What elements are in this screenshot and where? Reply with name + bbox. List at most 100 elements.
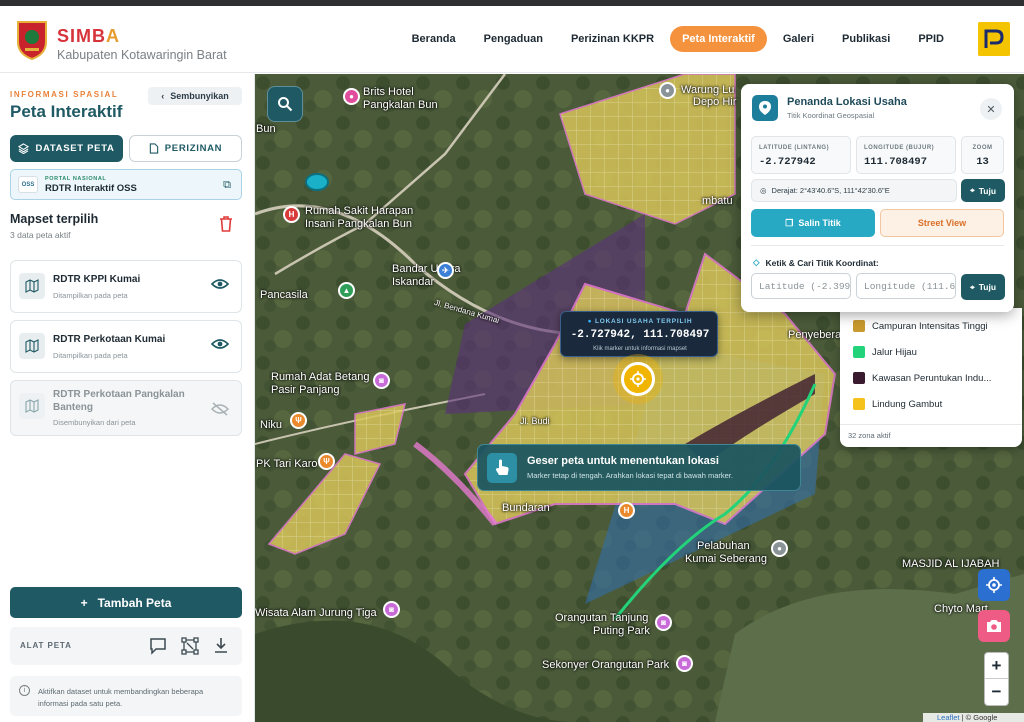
- search-coords-label: ◇ Ketik & Cari Titik Koordinat:: [753, 257, 879, 268]
- location-marker[interactable]: [621, 362, 655, 396]
- zoom-out-button[interactable]: −: [985, 679, 1008, 705]
- camera-icon[interactable]: ◙: [655, 614, 672, 631]
- map-label: Depo Hir: [693, 96, 737, 108]
- kotawaringin-barat-logo[interactable]: [16, 18, 48, 60]
- map-label: Pasir Panjang: [271, 384, 340, 396]
- oss-kicker: PORTAL NASIONAL: [45, 176, 107, 182]
- restaurant-icon[interactable]: Ψ: [318, 453, 335, 470]
- zoom-value: 13: [976, 156, 989, 168]
- tab-perizinan[interactable]: PERIZINAN: [129, 135, 242, 162]
- zoom-in-button[interactable]: +: [985, 653, 1008, 679]
- nav-perizinan-kkpr[interactable]: Perizinan KKPR: [559, 26, 666, 52]
- street-view-button[interactable]: Street View: [880, 209, 1004, 237]
- place-icon[interactable]: ●: [771, 540, 788, 557]
- trash-icon[interactable]: [219, 216, 233, 232]
- comment-icon[interactable]: [149, 637, 167, 655]
- map-view[interactable]: Brits Hotel Pangkalan Bun Warung Lu Depo…: [255, 74, 1024, 722]
- hand-pointer-icon: [487, 453, 517, 483]
- oss-logo: OSS: [18, 176, 38, 193]
- layer-status: Disembunyikan dari peta: [53, 418, 136, 427]
- eye-icon[interactable]: [211, 338, 229, 350]
- museum-icon[interactable]: ◙: [373, 372, 390, 389]
- screenshot-button[interactable]: [978, 610, 1010, 642]
- layer-card[interactable]: RDTR KPPI Kumai Ditampilkan pada peta: [10, 260, 242, 313]
- layer-card[interactable]: RDTR Perkotaan Kumai Ditampilkan pada pe…: [10, 320, 242, 373]
- selected-location-hint: Klik marker untuk informasi mapset: [593, 346, 687, 352]
- toast-title: Geser peta untuk menentukan lokasi: [527, 455, 719, 467]
- plus-icon: +: [80, 595, 88, 610]
- nav-publikasi[interactable]: Publikasi: [830, 26, 902, 52]
- close-icon[interactable]: ✕: [980, 98, 1002, 120]
- map-tools: ALAT PETA: [10, 627, 242, 665]
- map-label: Jl. Budi: [520, 416, 550, 426]
- layers-icon: [18, 143, 30, 154]
- nav-peta-interaktif[interactable]: Peta Interaktif: [670, 26, 767, 52]
- tab-dataset-label: DATASET PETA: [35, 143, 115, 154]
- pu-ministry-logo[interactable]: [978, 22, 1010, 56]
- selected-location-tooltip: ● LOKASI USAHA TERPILIH -2.727942, 111.7…: [560, 311, 718, 357]
- go-to-coords-button[interactable]: ⌖ Tuju: [961, 274, 1005, 300]
- search-coords-text: Ketik & Cari Titik Koordinat:: [765, 257, 879, 268]
- legend-item: Kawasan Peruntukan Indu...: [853, 372, 991, 384]
- copy-icon: ❐: [785, 217, 794, 228]
- camera-icon[interactable]: ◙: [383, 601, 400, 618]
- map-search-button[interactable]: [267, 86, 303, 122]
- map-label: Kumai Seberang: [685, 553, 767, 565]
- diamond-icon: ◇: [753, 257, 760, 267]
- hide-sidebar-button[interactable]: ‹ Sembunyikan: [148, 87, 242, 105]
- leaflet-link[interactable]: Leaflet: [937, 713, 960, 722]
- layer-status: Ditampilkan pada peta: [53, 351, 128, 360]
- measure-icon[interactable]: [181, 637, 199, 655]
- selected-location-kicker-text: LOKASI USAHA TERPILIH: [594, 318, 693, 325]
- go-to-coords-label: Tuju: [978, 282, 997, 292]
- restaurant-icon[interactable]: Ψ: [290, 412, 307, 429]
- eye-off-icon[interactable]: [211, 402, 229, 416]
- legend-label: Campuran Intensitas Tinggi: [872, 320, 988, 332]
- hotel-icon[interactable]: ●: [343, 88, 360, 105]
- panel-title: Penanda Lokasi Usaha: [787, 96, 907, 108]
- eye-icon[interactable]: [211, 278, 229, 290]
- crosshair-icon: ⌖: [969, 185, 975, 195]
- go-to-button[interactable]: ⌖ Tuju: [961, 179, 1005, 202]
- brand-name-accent: A: [106, 26, 120, 46]
- tab-dataset-peta[interactable]: DATASET PETA: [10, 135, 123, 162]
- site-header: SIMBA Kabupaten Kotawaringin Barat Beran…: [0, 6, 1024, 73]
- page-title: Peta Interaktif: [10, 102, 123, 121]
- layer-card[interactable]: RDTR Perkotaan Pangkalan Banteng Disembu…: [10, 380, 242, 436]
- document-icon: [149, 143, 158, 154]
- panel-divider: [751, 245, 1004, 246]
- download-icon[interactable]: [213, 637, 229, 655]
- hotel-icon[interactable]: H: [618, 502, 635, 519]
- add-map-label: Tambah Peta: [97, 595, 172, 610]
- tab-perizinan-label: PERIZINAN: [164, 143, 223, 154]
- nav-ppid[interactable]: PPID: [906, 26, 956, 52]
- locate-me-button[interactable]: [978, 569, 1010, 601]
- add-map-button[interactable]: + Tambah Peta: [10, 587, 242, 618]
- airport-icon[interactable]: ✈: [437, 262, 454, 279]
- camera-icon[interactable]: ◙: [676, 655, 693, 672]
- longitude-input[interactable]: Longitude (111.6: [856, 273, 956, 299]
- legend-item: Lindung Gambut: [853, 398, 942, 410]
- selected-location-kicker: ● LOKASI USAHA TERPILIH: [561, 318, 719, 325]
- brand-name[interactable]: SIMBA: [57, 26, 120, 47]
- copy-point-button[interactable]: ❐ Salin Titik: [751, 209, 875, 237]
- legend-label: Lindung Gambut: [872, 398, 943, 410]
- toast-subtitle: Marker tetap di tengah. Arahkan lokasi t…: [527, 471, 733, 480]
- nav-beranda[interactable]: Beranda: [400, 26, 468, 52]
- nav-galeri[interactable]: Galeri: [771, 26, 826, 52]
- latitude-input[interactable]: Latitude (-2.399: [751, 273, 851, 299]
- map-label: Puting Park: [593, 625, 650, 637]
- nav-pengaduan[interactable]: Pengaduan: [472, 26, 555, 52]
- legend-swatch: [853, 372, 865, 384]
- go-to-label: Tuju: [978, 185, 997, 196]
- oss-portal-link[interactable]: OSS PORTAL NASIONAL RDTR Interaktif OSS …: [10, 169, 242, 200]
- hospital-icon[interactable]: H: [283, 206, 300, 223]
- crosshair-icon: ⌖: [969, 281, 975, 292]
- park-icon[interactable]: ▲: [338, 282, 355, 299]
- layer-name: RDTR Perkotaan Kumai: [53, 334, 166, 345]
- main-nav: Beranda Pengaduan Perizinan KKPR Peta In…: [400, 26, 956, 52]
- compass-icon: ◎: [760, 186, 767, 195]
- place-icon[interactable]: ●: [659, 82, 676, 99]
- map-label: Insani Pangkalan Bun: [305, 218, 413, 230]
- map-label: PK Tari Karo: [256, 458, 318, 470]
